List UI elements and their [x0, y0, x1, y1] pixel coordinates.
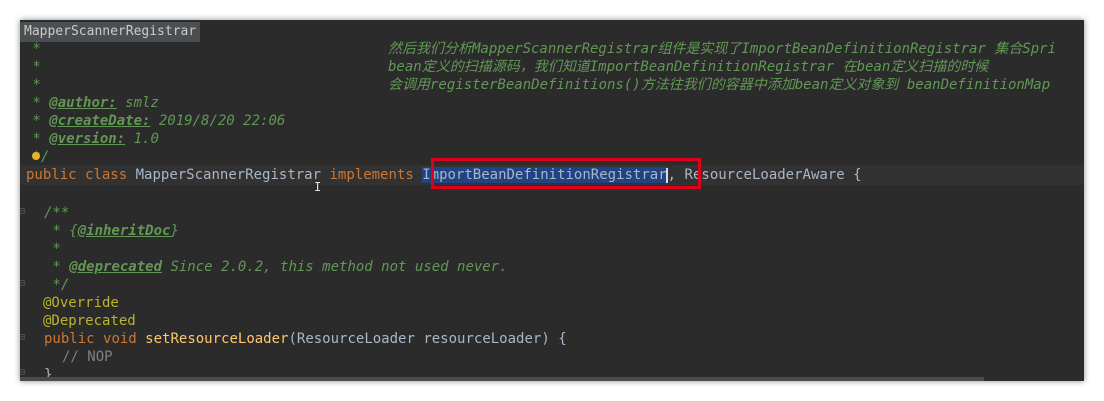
- code-line[interactable]: // NOP: [62, 348, 113, 366]
- doc-prefix: *: [24, 95, 50, 111]
- code-line[interactable]: * 会调用registerBeanDefinitions()方法往我们的容器中添加…: [24, 76, 1050, 94]
- keyword: class: [85, 167, 128, 183]
- doc-tag: @deprecated: [69, 259, 163, 275]
- code-line[interactable]: @Override: [43, 294, 119, 312]
- doc-star: *: [24, 59, 41, 75]
- doc-tag: @version:: [49, 131, 126, 147]
- annotation-override: @Override: [43, 295, 119, 311]
- doc-prefix: * {: [44, 223, 78, 239]
- interface-name: ResourceLoaderAware: [684, 167, 845, 183]
- fold-icon[interactable]: ⊟: [20, 206, 27, 217]
- ibeam-cursor-icon: I: [314, 180, 322, 194]
- code-line[interactable]: /**: [44, 204, 69, 222]
- doc-value: 1.0: [125, 131, 159, 147]
- fold-icon[interactable]: ⊟: [20, 332, 27, 343]
- brace: {: [853, 167, 862, 183]
- code-editor[interactable]: MapperScannerRegistrar * 然后我们分析MapperScan…: [20, 20, 1084, 381]
- lightbulb-icon[interactable]: [32, 152, 40, 160]
- code-line[interactable]: * {@inheritDoc}: [44, 222, 179, 240]
- code-line[interactable]: */: [44, 276, 69, 294]
- annotation-deprecated: @Deprecated: [43, 313, 136, 329]
- class-name: MapperScannerRegistrar: [135, 167, 322, 183]
- code-line-createdate[interactable]: * @createDate: 2019/8/20 22:06: [24, 112, 285, 130]
- doc-prefix: *: [24, 113, 50, 129]
- method-name: setResourceLoader: [145, 331, 289, 347]
- code-line-author[interactable]: * @author: smlz: [24, 94, 159, 112]
- keyword: public: [44, 331, 95, 347]
- method-params: (ResourceLoader resourceLoader) {: [288, 331, 567, 347]
- doc-blank: *: [44, 241, 61, 257]
- doc-prefix: *: [24, 131, 50, 147]
- keyword: void: [103, 331, 137, 347]
- doc-tag: @author:: [49, 95, 117, 111]
- doc-tag: @inheritDoc: [77, 223, 171, 239]
- doc-value: smlz: [116, 95, 159, 111]
- keyword: public: [26, 167, 77, 183]
- doc-star: *: [24, 41, 41, 57]
- doc-text: Since 2.0.2, this method not used never.: [162, 259, 508, 275]
- code-line[interactable]: * 然后我们分析MapperScannerRegistrar组件是实现了Impor…: [24, 40, 1056, 58]
- fold-icon[interactable]: ⊟: [20, 278, 27, 289]
- doc-comment-text: 然后我们分析MapperScannerRegistrar组件是实现了Import…: [388, 41, 1057, 57]
- doc-prefix: *: [44, 259, 70, 275]
- code-line[interactable]: *: [44, 240, 61, 258]
- doc-suffix: }: [170, 223, 179, 239]
- doc-open: /**: [44, 205, 70, 221]
- method-declaration-line[interactable]: public void setResourceLoader(ResourceLo…: [44, 330, 567, 348]
- file-tab[interactable]: MapperScannerRegistrar: [20, 22, 201, 42]
- code-line-version[interactable]: * @version: 1.0: [24, 130, 159, 148]
- doc-close: */: [44, 277, 70, 293]
- doc-star: *: [24, 77, 41, 93]
- annotation-highlight-box: [431, 158, 701, 189]
- horizontal-scrollbar[interactable]: [20, 377, 984, 381]
- line-comment: // NOP: [62, 349, 113, 365]
- doc-tag: @createDate:: [49, 113, 151, 129]
- keyword: implements: [329, 167, 414, 183]
- doc-comment-text: 会调用registerBeanDefinitions()方法往我们的容器中添加b…: [388, 77, 1051, 93]
- doc-value: 2019/8/20 22:06: [150, 113, 286, 129]
- doc-comment-text: bean定义的扫描源码，我们知道ImportBeanDefinitionRegi…: [388, 59, 989, 75]
- code-line[interactable]: * bean定义的扫描源码，我们知道ImportBeanDefinitionReg…: [24, 58, 988, 76]
- code-line[interactable]: * @deprecated Since 2.0.2, this method n…: [44, 258, 508, 276]
- code-line[interactable]: @Deprecated: [43, 312, 136, 330]
